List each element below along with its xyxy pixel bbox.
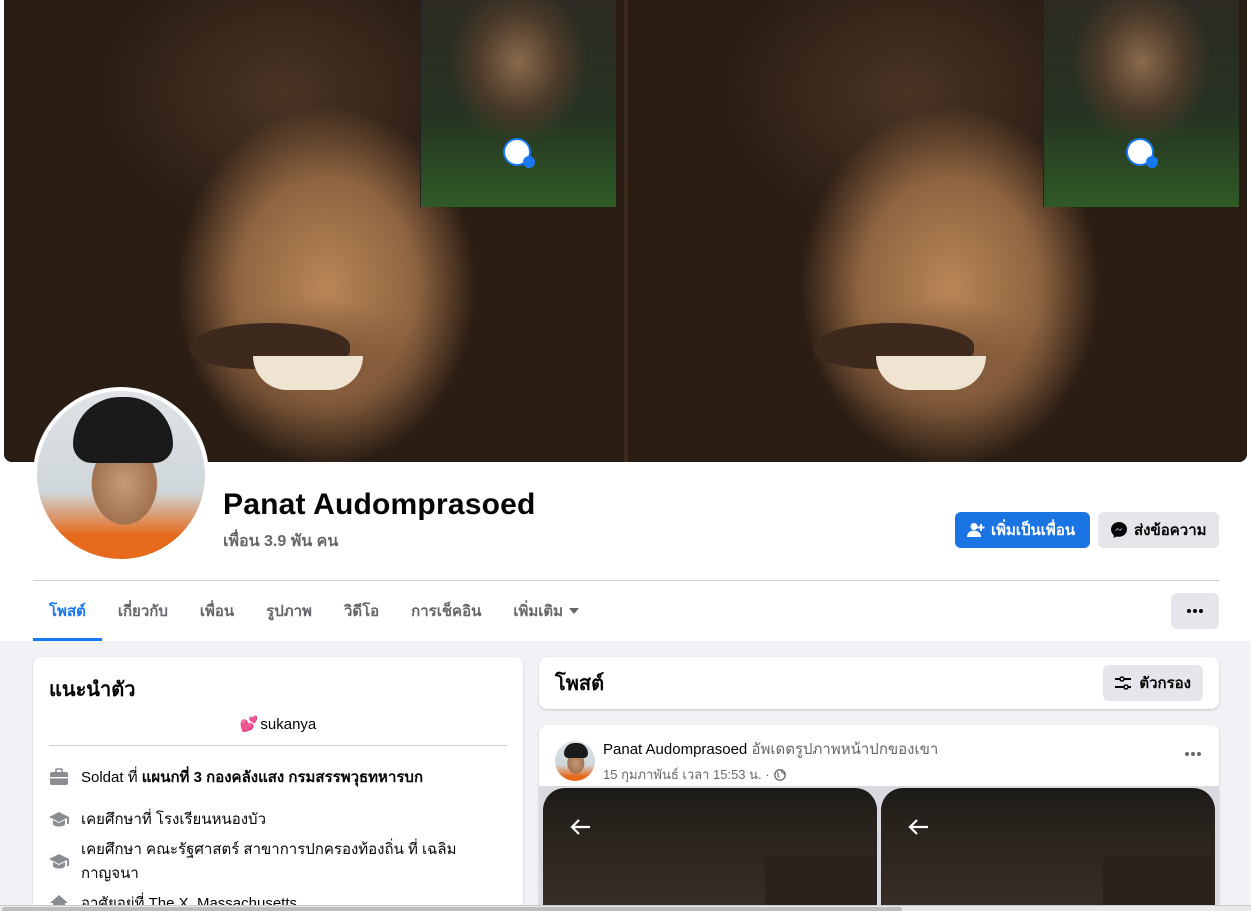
post-image-left	[543, 788, 877, 911]
post-card: Panat Audomprasoed อัพเดตรูปภาพหน้าปกของ…	[539, 725, 1219, 911]
post-action-text: อัพเดตรูปภาพหน้าปกของเขา	[751, 741, 939, 758]
profile-header: Panat Audomprasoed เพื่อน 3.9 พัน คน เพิ…	[0, 0, 1251, 641]
intro-education-university-text: เคยศึกษา คณะรัฐศาสตร์ สาขาการปกครองท้องถ…	[81, 841, 457, 882]
ellipsis-icon	[1187, 609, 1203, 613]
filter-label: ตัวกรอง	[1139, 675, 1191, 692]
profile-tabs: โพสต์ เกี่ยวกับ เพื่อน รูปภาพ วิดีโอ การ…	[33, 581, 595, 641]
post-author-line: Panat Audomprasoed อัพเดตรูปภาพหน้าปกของ…	[603, 737, 938, 761]
post-options-button[interactable]	[1185, 743, 1201, 761]
tab-more[interactable]: เพิ่มเติม	[497, 581, 595, 641]
tab-more-label: เพิ่มเติม	[513, 603, 564, 620]
globe-icon	[773, 768, 786, 781]
avatar	[37, 391, 205, 559]
ellipsis-icon	[1185, 752, 1201, 756]
send-message-label: ส่งข้อความ	[1134, 522, 1207, 539]
cover-detail-smile	[252, 355, 363, 390]
avatar-hair	[73, 397, 173, 463]
post-meta: 15 กุมภาพันธ์ เวลา 15:53 น. ·	[603, 764, 938, 785]
add-friend-label: เพิ่มเป็นเพื่อน	[991, 522, 1076, 539]
tab-photos[interactable]: รูปภาพ	[250, 581, 328, 641]
post-media[interactable]	[539, 786, 1219, 911]
heart-icon: 💕	[239, 716, 259, 733]
post-author-name[interactable]: Panat Audomprasoed	[603, 741, 747, 758]
intro-education-school-text: เคยศึกษาที่ โรงเรียนหนองบัว	[81, 811, 267, 828]
chevron-down-icon	[569, 608, 580, 614]
intro-title: แนะนำตัว	[49, 679, 136, 701]
intro-card: แนะนำตัว 💕 sukanya Soldat ที่ แผนกที่ 3 ก…	[33, 657, 523, 911]
messenger-icon	[1111, 522, 1127, 538]
cover-photo[interactable]	[4, 0, 1247, 462]
arrow-left-icon	[908, 819, 928, 835]
tab-about[interactable]: เกี่ยวกับ	[102, 581, 184, 641]
filter-icon	[1115, 676, 1132, 690]
posts-title: โพสต์	[555, 673, 605, 695]
graduation-cap-icon	[49, 809, 69, 829]
profile-picture[interactable]	[33, 387, 209, 563]
post-timestamp[interactable]: 15 กุมภาพันธ์ เวลา 15:53 น. ·	[603, 764, 770, 785]
intro-work-text: Soldat ที่ แผนกที่ 3 กองคลังแสง กรมสรรพว…	[81, 765, 423, 789]
posts-header: โพสต์ ตัวกรอง	[539, 657, 1219, 709]
bio: 💕 sukanya	[49, 715, 507, 746]
horizontal-scrollbar[interactable]	[0, 905, 1251, 911]
more-options-button[interactable]	[1171, 593, 1219, 629]
tab-checkins[interactable]: การเช็คอิน	[395, 581, 497, 641]
intro-work: Soldat ที่ แผนกที่ 3 กองคลังแสง กรมสรรพว…	[49, 756, 507, 798]
cover-detail-smile	[876, 355, 987, 390]
scrollbar-thumb[interactable]	[2, 907, 902, 911]
arrow-left-icon	[570, 819, 590, 835]
tab-friends[interactable]: เพื่อน	[184, 581, 250, 641]
filter-button[interactable]: ตัวกรอง	[1103, 665, 1203, 701]
tab-videos[interactable]: วิดีโอ	[328, 581, 395, 641]
briefcase-icon	[49, 767, 69, 787]
face-effect-icon	[502, 138, 535, 168]
post-image-inset	[1103, 856, 1215, 911]
tab-posts[interactable]: โพสต์	[33, 581, 102, 641]
cover-photo-right	[627, 0, 1247, 462]
graduation-cap-icon	[49, 851, 69, 871]
intro-education-school: เคยศึกษาที่ โรงเรียนหนองบัว	[49, 798, 507, 840]
add-friend-icon	[967, 523, 985, 537]
intro-work-prefix: Soldat ที่	[81, 769, 142, 786]
post-header: Panat Audomprasoed อัพเดตรูปภาพหน้าปกของ…	[555, 737, 938, 785]
video-call-inset	[1043, 0, 1239, 207]
send-message-button[interactable]: ส่งข้อความ	[1098, 512, 1219, 548]
intro-education-university: เคยศึกษา คณะรัฐศาสตร์ สาขาการปกครองท้องถ…	[49, 840, 507, 882]
profile-name: Panat Audomprasoed	[223, 488, 536, 521]
intro-details: Soldat ที่ แผนกที่ 3 กองคลังแสง กรมสรรพว…	[49, 756, 507, 911]
add-friend-button[interactable]: เพิ่มเป็นเพื่อน	[955, 512, 1090, 548]
post-author-avatar[interactable]	[555, 741, 595, 781]
bio-text: sukanya	[260, 716, 317, 733]
friend-count[interactable]: เพื่อน 3.9 พัน คน	[223, 529, 338, 554]
post-image-right	[881, 788, 1215, 911]
post-author-block: Panat Audomprasoed อัพเดตรูปภาพหน้าปกของ…	[603, 737, 938, 785]
video-call-inset	[419, 0, 616, 207]
post-image-inset	[765, 856, 877, 911]
face-effect-icon	[1126, 138, 1158, 168]
intro-work-place[interactable]: แผนกที่ 3 กองคลังแสง กรมสรรพวุธทหารบก	[142, 769, 423, 786]
